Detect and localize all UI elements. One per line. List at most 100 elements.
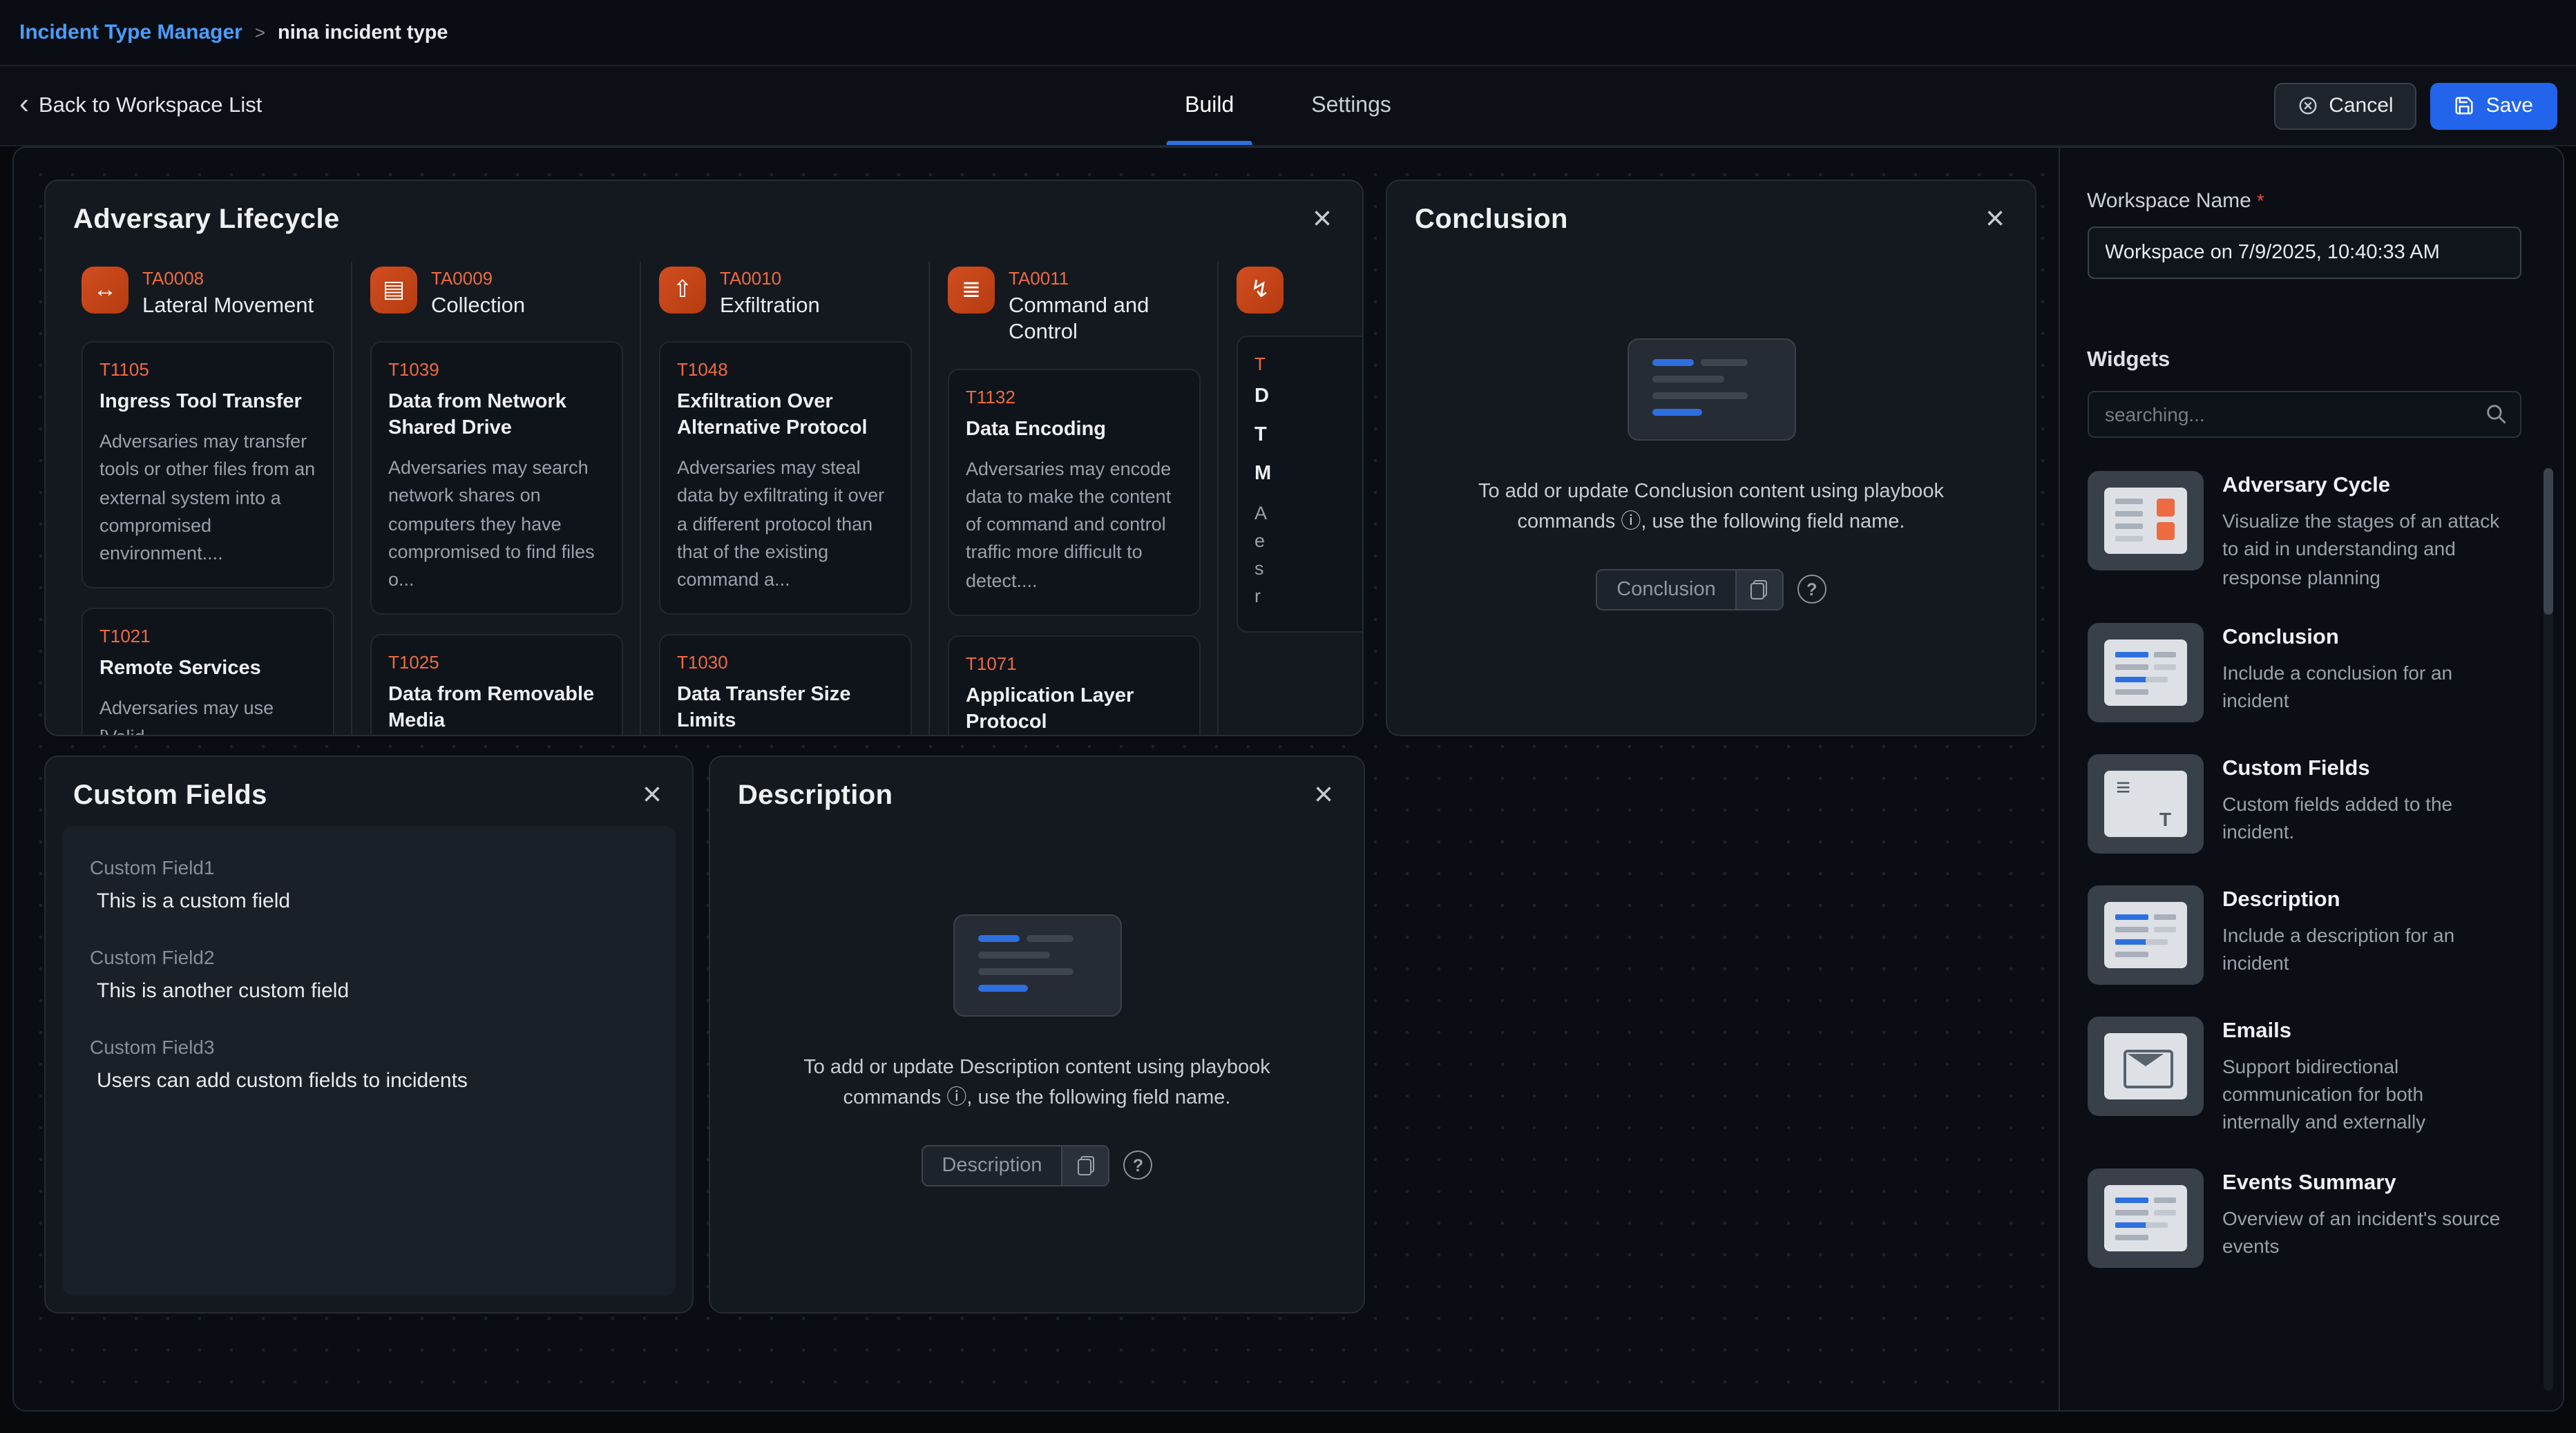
tactic-icon xyxy=(1237,267,1284,314)
save-button[interactable]: Save xyxy=(2431,82,2557,129)
placeholder-body: To add or update Description content usi… xyxy=(710,823,1364,1312)
placeholder-illustration xyxy=(1627,338,1795,441)
panel-title: Description xyxy=(738,780,893,811)
workspace-name-label: Workspace Name xyxy=(2087,189,2251,213)
conclusion-panel: Conclusion × To add or update Conclusion… xyxy=(1386,180,2036,736)
help-icon[interactable]: ? xyxy=(1797,575,1826,604)
widget-description: Custom fields added to the incident. xyxy=(2222,790,2501,846)
technique-id: T1105 xyxy=(99,360,316,381)
back-link[interactable]: ‹ Back to Workspace List xyxy=(19,93,262,119)
close-icon[interactable]: × xyxy=(1983,203,2007,236)
help-icon[interactable]: ? xyxy=(1124,1151,1153,1180)
widget-thumbnail xyxy=(2087,1017,2203,1116)
widget-list: Adversary Cycle Visualize the stages of … xyxy=(2087,471,2521,1268)
breadcrumb-root-link[interactable]: Incident Type Manager xyxy=(19,21,242,44)
technique-card[interactable]: T1039 Data from Network Shared Drive Adv… xyxy=(370,342,623,615)
widget-title: Custom Fields xyxy=(2222,757,2501,782)
save-disk-icon xyxy=(2454,95,2475,116)
technique-title: Data Encoding xyxy=(966,417,1183,443)
widget-list-item[interactable]: Adversary Cycle Visualize the stages of … xyxy=(2087,471,2521,591)
scrollbar-thumb[interactable] xyxy=(2543,468,2553,615)
custom-field-value: This is a custom field xyxy=(90,889,648,913)
technique-card[interactable]: T1025 Data from Removable Media xyxy=(370,635,623,735)
widget-thumbnail xyxy=(2087,471,2203,570)
widget-list-item[interactable]: Description Include a description for an… xyxy=(2087,885,2521,985)
tab[interactable]: Settings xyxy=(1304,66,1398,145)
widget-description: Support bidirectional communication for … xyxy=(2222,1052,2501,1137)
technique-title: Remote Services xyxy=(99,657,316,683)
search-icon xyxy=(2483,402,2507,425)
close-icon[interactable]: × xyxy=(1311,779,1336,812)
instruction-text: To add or update Conclusion content usin… xyxy=(1438,477,1985,539)
breadcrumb-separator: > xyxy=(255,22,265,43)
cancel-circle-x-icon xyxy=(2297,95,2318,116)
technique-id: T1071 xyxy=(966,653,1183,674)
widget-thumbnail xyxy=(2087,623,2203,722)
technique-desc-fragment: r xyxy=(1254,584,1362,612)
chevron-left-icon: ‹ xyxy=(19,90,29,119)
technique-title: Ingress Tool Transfer xyxy=(99,390,316,416)
panel-title: Custom Fields xyxy=(73,780,267,811)
widget-list-item[interactable]: Events Summary Overview of an incident's… xyxy=(2087,1168,2521,1268)
technique-description: Adversaries may steal data by exfiltrati… xyxy=(677,454,894,595)
technique-card[interactable]: T DTM Aesr xyxy=(1237,336,1362,632)
technique-title: Application Layer Protocol xyxy=(966,684,1183,735)
breadcrumb-current: nina incident type xyxy=(278,21,448,44)
technique-card[interactable]: T1071 Application Layer Protocol xyxy=(948,635,1201,735)
custom-field-value: This is another custom field xyxy=(90,979,648,1003)
widget-title: Conclusion xyxy=(2222,626,2501,651)
technique-card[interactable]: T1030 Data Transfer Size Limits xyxy=(659,635,912,735)
technique-card[interactable]: T1021 Remote Services Adversaries may us… xyxy=(82,608,334,735)
technique-description: Adversaries may encode data to make the … xyxy=(966,455,1183,595)
close-icon[interactable]: × xyxy=(1310,203,1335,236)
widget-list-item[interactable]: Emails Support bidirectional communicati… xyxy=(2087,1017,2521,1137)
workspace: Adversary Lifecycle × TA0008 Lateral Mov… xyxy=(12,146,2564,1411)
scrollbar[interactable] xyxy=(2543,468,2553,1390)
field-name-label: Description xyxy=(922,1146,1061,1185)
widget-title: Events Summary xyxy=(2222,1171,2501,1196)
widget-title: Adversary Cycle xyxy=(2222,474,2501,499)
technique-id: T xyxy=(1254,354,1362,374)
custom-field: Custom Field2 This is another custom fie… xyxy=(90,946,648,1003)
custom-fields-panel: Custom Fields × Custom Field1 This is a … xyxy=(44,756,694,1314)
build-canvas: Adversary Lifecycle × TA0008 Lateral Mov… xyxy=(14,148,2058,1410)
widget-title: Description xyxy=(2222,888,2501,913)
technique-desc-fragment: e xyxy=(1254,528,1362,556)
panel-title: Conclusion xyxy=(1415,204,1568,235)
tab[interactable]: Build xyxy=(1178,66,1241,145)
tactic-column: TA0010 Exfiltration T1048 Exfiltration O… xyxy=(659,261,930,735)
tactic-name: Collection xyxy=(431,293,525,320)
tactic-name: Command and Control xyxy=(1009,293,1201,347)
close-icon[interactable]: × xyxy=(640,779,665,812)
widget-description: Include a conclusion for an incident xyxy=(2222,659,2501,715)
copy-icon[interactable] xyxy=(1735,570,1782,609)
technique-title: Data Transfer Size Limits xyxy=(677,683,894,735)
widgets-heading: Widgets xyxy=(2087,348,2521,373)
technique-card[interactable]: T1105 Ingress Tool Transfer Adversaries … xyxy=(82,342,334,589)
toolbar: ‹ Back to Workspace List Build Settings … xyxy=(0,66,2576,146)
instruction-text: To add or update Description content usi… xyxy=(763,1052,1310,1115)
custom-field: Custom Field1 This is a custom field xyxy=(90,856,648,913)
widget-list-item[interactable]: Conclusion Include a conclusion for an i… xyxy=(2087,623,2521,722)
widget-list-item[interactable]: Custom Fields Custom fields added to the… xyxy=(2087,754,2521,854)
copy-icon[interactable] xyxy=(1062,1146,1109,1185)
tactic-header: TA0011 Command and Control xyxy=(948,267,1201,347)
widget-search xyxy=(2087,391,2521,438)
technique-id: T1039 xyxy=(388,360,605,381)
widget-description: Overview of an incident's source events xyxy=(2222,1204,2501,1260)
widget-search-input[interactable] xyxy=(2087,391,2521,438)
tabs: Build Settings xyxy=(1178,66,1398,145)
technique-card[interactable]: T1132 Data Encoding Adversaries may enco… xyxy=(948,369,1201,616)
widget-thumbnail xyxy=(2087,885,2203,985)
custom-field-label: Custom Field1 xyxy=(90,856,648,878)
custom-field-value: Users can add custom fields to incidents xyxy=(90,1069,648,1093)
technique-title: Data from Network Shared Drive xyxy=(388,390,605,442)
tactic-icon xyxy=(659,267,706,314)
technique-description: Adversaries may transfer tools or other … xyxy=(99,428,316,568)
cancel-button[interactable]: Cancel xyxy=(2273,82,2416,129)
panel-title: Adversary Lifecycle xyxy=(73,204,340,235)
panel-header: Adversary Lifecycle × xyxy=(46,181,1362,247)
workspace-name-input[interactable] xyxy=(2087,227,2521,279)
technique-card[interactable]: T1048 Exfiltration Over Alternative Prot… xyxy=(659,342,912,615)
sidebar: Workspace Name * Widgets Adversary Cycle xyxy=(2058,148,2562,1410)
